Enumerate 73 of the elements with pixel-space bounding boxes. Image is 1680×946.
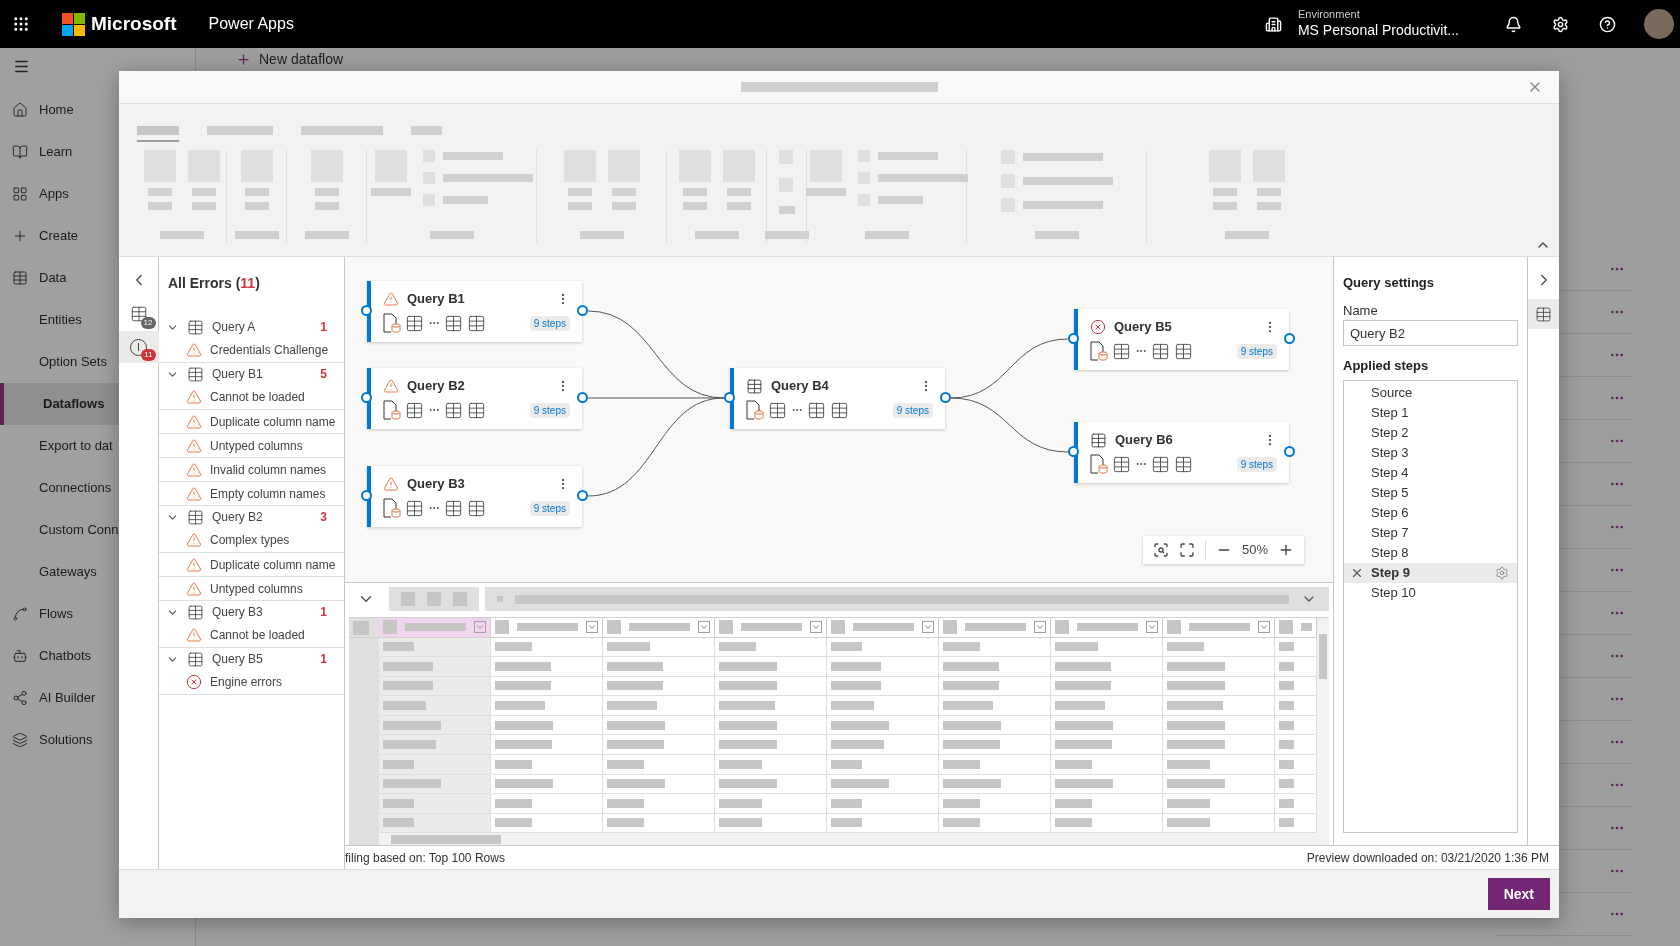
steps-badge: 9 steps [1236,343,1277,359]
nav-item[interactable]: Solutions [0,719,195,761]
query-name: Query B3 [407,475,465,494]
query-node[interactable]: Query B4 9 steps [730,368,945,429]
next-button[interactable]: Next [1487,878,1550,910]
settings-title: Query settings [1343,274,1436,292]
step-item[interactable]: Step 6 [1344,502,1517,523]
query-name: Query B2 [212,509,264,526]
error-item[interactable]: Credentials Challenge [159,338,344,362]
query-node[interactable]: Query B5 9 steps [1074,309,1289,370]
query-name: Query B2 [407,377,465,396]
steps-badge: 9 steps [892,402,933,418]
error-count: 5 [320,366,327,383]
step-item[interactable]: Step 7 [1344,522,1517,543]
error-count: 1 [320,319,327,336]
environment-name[interactable]: MS Personal Productivit... [1297,22,1459,40]
app-name: Power Apps [208,14,294,34]
query-name: Query B6 [1115,431,1173,450]
name-label: Name [1343,301,1379,320]
step-item[interactable]: Step 5 [1344,482,1517,503]
query-name: Query B1 [212,366,264,383]
errors-title: All Errors (11) [167,274,261,293]
brand-name: Microsoft [91,11,177,36]
error-item[interactable]: Untyped columns [159,433,344,457]
error-item[interactable]: Invalid column names [159,457,344,481]
query-group-header[interactable]: Query B2 3 [159,506,344,528]
query-name: Query B4 [771,377,829,396]
query-name: Query B5 [212,651,264,668]
steps-badge: 9 steps [529,315,570,331]
step-item[interactable]: Step 8 [1344,542,1517,563]
step-item[interactable]: Step 9 [1344,562,1517,583]
error-item[interactable]: Empty column names [159,481,344,505]
nav-item[interactable]: Create [0,215,195,257]
step-item[interactable]: Source [1344,382,1517,403]
steps-badge: 9 steps [529,402,570,418]
steps-title: Applied steps [1343,357,1430,375]
error-item[interactable]: Complex types [159,528,344,552]
new-dataflow-command[interactable]: New dataflow [259,48,344,70]
errors-tab[interactable]: 11 [118,331,159,363]
preview-status: Preview downloaded on: 03/21/2020 1:36 PM [1306,849,1549,867]
error-count: 1 [320,604,327,621]
error-item[interactable]: Duplicate column name [159,409,344,433]
steps-badge: 9 steps [529,500,570,516]
zoom-level: 50% [1242,541,1269,560]
step-item[interactable]: Step 3 [1344,442,1517,463]
count-badge: 12 [140,317,156,329]
error-count: 3 [320,509,327,526]
query-group-header[interactable]: Query A 1 [159,316,344,338]
step-item[interactable]: Step 10 [1344,582,1517,603]
query-node[interactable]: Query B1 9 steps [367,281,582,342]
query-node[interactable]: Query B3 9 steps [367,466,582,527]
nav-item[interactable]: Home [0,89,195,131]
query-name: Query B5 [1114,318,1172,337]
step-item[interactable]: Step 1 [1344,402,1517,423]
nav-item[interactable]: Apps [0,173,195,215]
profiling-status: filing based on: Top 100 Rows [345,849,505,867]
query-name: Query B1 [407,290,465,309]
queries-tab[interactable]: 12 [118,297,159,331]
query-node[interactable]: Query B2 9 steps [367,368,582,429]
error-item[interactable]: Duplicate column name [159,552,344,576]
query-name: Query A [212,319,257,336]
query-group-header[interactable]: Query B1 5 [159,363,344,385]
query-name: Query B3 [212,604,264,621]
environment-label: Environment [1297,8,1361,23]
query-node[interactable]: Query B6 9 steps [1074,422,1289,483]
error-count: 1 [320,651,327,668]
count-badge: 11 [141,349,156,361]
nav-item[interactable]: Learn [0,131,195,173]
step-item[interactable]: Step 4 [1344,462,1517,483]
step-item[interactable]: Step 2 [1344,422,1517,443]
steps-badge: 9 steps [1236,456,1277,472]
name-field[interactable]: Query B2 [1343,320,1518,346]
error-item[interactable]: Untyped columns [159,576,344,600]
